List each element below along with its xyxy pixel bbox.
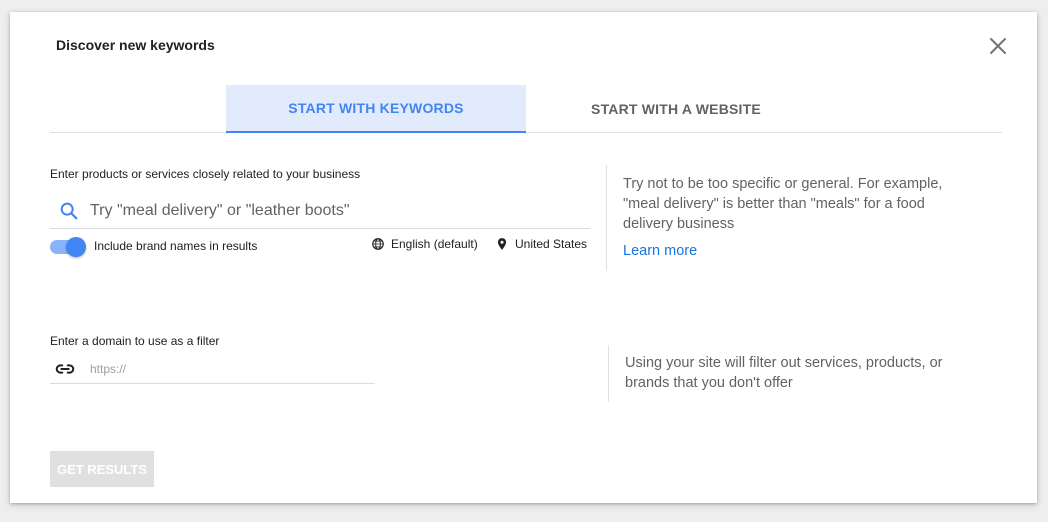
keywords-label: Enter products or services closely relat… bbox=[50, 167, 361, 181]
location-pin-icon bbox=[497, 238, 507, 250]
brand-names-toggle[interactable] bbox=[50, 237, 86, 257]
domain-label: Enter a domain to use as a filter bbox=[50, 334, 220, 348]
learn-more-link[interactable]: Learn more bbox=[623, 243, 697, 259]
domain-hint: Using your site will filter out services… bbox=[625, 353, 943, 393]
globe-icon bbox=[372, 238, 384, 250]
domain-hint-line: Using your site will filter out services… bbox=[625, 355, 943, 371]
domain-input[interactable] bbox=[90, 361, 350, 376]
close-button[interactable] bbox=[986, 34, 1010, 58]
language-label: English (default) bbox=[391, 237, 478, 251]
language-selector[interactable]: English (default) bbox=[371, 237, 478, 251]
location-label: United States bbox=[515, 237, 588, 251]
keywords-divider bbox=[606, 165, 607, 271]
get-results-button[interactable]: GET RESULTS bbox=[50, 451, 154, 487]
location-selector[interactable]: United States bbox=[495, 237, 587, 251]
close-icon bbox=[990, 38, 1006, 54]
tab-start-with-website[interactable]: START WITH A WEBSITE bbox=[526, 85, 826, 133]
keywords-hint-line: "meal delivery" is better than "meals" f… bbox=[623, 196, 925, 212]
keywords-input-container bbox=[50, 194, 590, 229]
search-icon bbox=[60, 202, 78, 220]
domain-input-container bbox=[50, 354, 375, 384]
brand-names-label: Include brand names in results bbox=[94, 239, 258, 253]
tab-start-with-keywords[interactable]: START WITH KEYWORDS bbox=[226, 85, 526, 133]
keywords-input[interactable] bbox=[90, 202, 570, 220]
tab-bar: START WITH KEYWORDS START WITH A WEBSITE bbox=[50, 85, 1002, 133]
domain-hint-line: brands that you don't offer bbox=[625, 375, 793, 391]
dialog-title: Discover new keywords bbox=[56, 37, 215, 53]
keywords-hint: Try not to be too specific or general. F… bbox=[623, 174, 942, 234]
toggle-knob bbox=[66, 237, 86, 257]
discover-keywords-dialog: Discover new keywords START WITH KEYWORD… bbox=[10, 12, 1037, 503]
link-icon bbox=[55, 363, 75, 374]
domain-divider bbox=[608, 345, 609, 402]
keywords-hint-line: delivery business bbox=[623, 216, 735, 232]
keywords-hint-line: Try not to be too specific or general. F… bbox=[623, 176, 943, 192]
